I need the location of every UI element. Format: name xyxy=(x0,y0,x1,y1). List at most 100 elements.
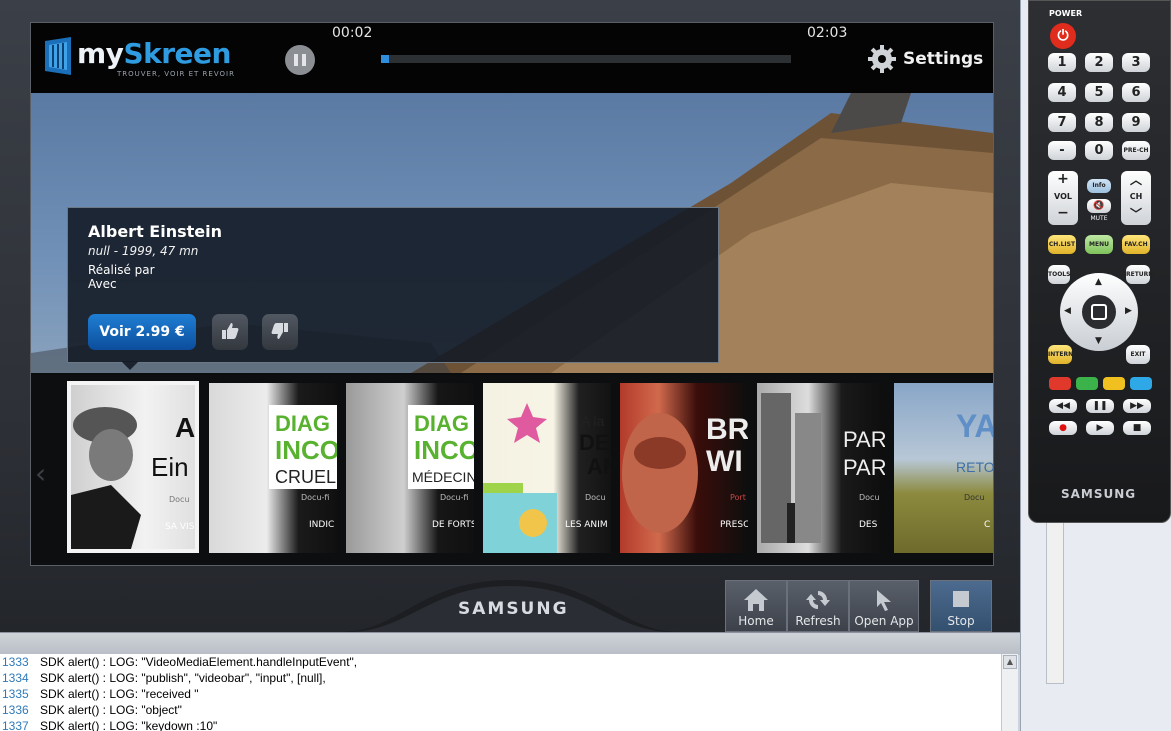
volume-label: VOL xyxy=(1054,192,1072,201)
dpad-left-icon[interactable]: ◀ xyxy=(1064,306,1071,316)
poster-title-line3: AN xyxy=(587,454,611,479)
remote-prech[interactable]: PRE-CH xyxy=(1122,141,1150,160)
power-button[interactable]: ⏻ xyxy=(1050,23,1076,49)
like-button[interactable] xyxy=(212,314,248,350)
console-scrollbar[interactable]: ▲ xyxy=(1001,654,1018,731)
tools-button[interactable]: TOOLS xyxy=(1048,265,1070,284)
poster-title: A la xyxy=(581,413,605,429)
log-line-text: SDK alert() : LOG: "VideoMediaElement.ha… xyxy=(40,655,358,669)
poster-subtitle: CRUELL xyxy=(275,467,337,487)
open-app-button[interactable]: Open App xyxy=(849,580,919,632)
mute-button[interactable]: 🔇 xyxy=(1087,199,1111,213)
yellow-button[interactable] xyxy=(1103,377,1125,390)
chevron-left-icon[interactable]: ‹ xyxy=(35,457,46,490)
log-line-text: SDK alert() : LOG: "keydown :10" xyxy=(40,719,218,731)
film-director-label: Réalisé par xyxy=(88,263,155,277)
home-button[interactable]: Home xyxy=(725,580,787,632)
channel-rocker[interactable]: ︿ CH ﹀ xyxy=(1121,171,1151,225)
poster-caption: PRESC xyxy=(720,520,748,530)
favch-button[interactable]: FAV.CH xyxy=(1122,235,1150,254)
rewind-button[interactable]: ◀◀ xyxy=(1049,399,1077,413)
dpad-center[interactable] xyxy=(1082,295,1116,329)
dpad-down-icon[interactable]: ▼ xyxy=(1095,336,1102,346)
fast-forward-button[interactable]: ▶▶ xyxy=(1123,399,1151,413)
film-info-card: Albert Einstein null - 1999, 47 mn Réali… xyxy=(67,207,719,363)
volume-down-icon: − xyxy=(1057,205,1069,221)
poster-title-line2: PAR xyxy=(843,455,885,480)
remote-digit-1[interactable]: 1 xyxy=(1048,53,1076,72)
poster-genre: Docu xyxy=(859,493,880,502)
myskreen-logo-mark xyxy=(45,37,71,75)
internet-button[interactable]: INTERNET xyxy=(1048,345,1081,364)
log-console[interactable]: 1333 SDK alert() : LOG: "VideoMediaElemen… xyxy=(0,654,1001,731)
stop-icon xyxy=(953,591,969,607)
remote-digit-6[interactable]: 6 xyxy=(1122,83,1150,102)
poster-title: A xyxy=(175,412,196,443)
poster-diagnostic-cruelles[interactable]: DIAG INCO CRUELL Docu-fi INDIC xyxy=(209,383,337,553)
blue-button[interactable] xyxy=(1130,377,1152,390)
record-button[interactable]: ● xyxy=(1049,421,1077,435)
poster-einstein[interactable]: A Ein Docu SA VISI xyxy=(67,381,199,553)
remote-digit-3[interactable]: 3 xyxy=(1122,53,1150,72)
log-line-text: SDK alert() : LOG: "publish", "videobar"… xyxy=(40,671,326,685)
poster-paris[interactable]: PAR PAR Docu DES xyxy=(757,383,885,553)
poster-diagnostic-medecin[interactable]: DIAG INCO MÉDECIN Docu-fi DE FORTS xyxy=(346,383,474,553)
poster-subtitle: RETOU xyxy=(956,459,993,475)
dpad[interactable]: ▲ ▼ ◀ ▶ xyxy=(1060,273,1138,351)
volume-rocker[interactable]: + VOL − xyxy=(1048,171,1078,225)
play-button[interactable]: ▶ xyxy=(1086,421,1114,435)
exit-button[interactable]: EXIT xyxy=(1126,345,1150,364)
log-line-number: 1334 xyxy=(2,671,29,685)
log-line-number: 1336 xyxy=(2,703,29,717)
play-icon: ▶ xyxy=(1096,423,1104,433)
console-header xyxy=(0,632,1020,655)
poster-title-line2: WI xyxy=(706,445,743,478)
power-icon: ⏻ xyxy=(1057,28,1069,44)
remote-digit-5[interactable]: 5 xyxy=(1085,83,1113,102)
poster-title-line2: INCO xyxy=(414,435,474,465)
green-button[interactable] xyxy=(1076,377,1098,390)
settings-button[interactable]: Settings xyxy=(867,43,983,75)
pause-icon-bar xyxy=(302,54,306,66)
remote-digit-4[interactable]: 4 xyxy=(1048,83,1076,102)
channel-up-icon: ︿ xyxy=(1129,173,1142,187)
refresh-button[interactable]: Refresh xyxy=(787,580,849,632)
remote-digit-2[interactable]: 2 xyxy=(1085,53,1113,72)
log-line-text: SDK alert() : LOG: "object" xyxy=(40,703,182,717)
remote-digit-0[interactable]: 0 xyxy=(1085,141,1113,160)
poster-title-line2: DES xyxy=(579,430,611,455)
cursor-icon xyxy=(877,590,891,611)
watch-buy-button[interactable]: Voir 2.99 € xyxy=(88,314,196,350)
dislike-button[interactable] xyxy=(262,314,298,350)
power-label: POWER xyxy=(1049,9,1083,18)
remote-digit-7[interactable]: 7 xyxy=(1048,113,1076,132)
progress-bar[interactable] xyxy=(381,55,791,63)
poster-title: BR xyxy=(706,413,748,446)
poster-yann[interactable]: YA RETOU Docu C xyxy=(894,383,993,553)
stop-button[interactable]: Stop xyxy=(930,580,992,632)
dpad-right-icon[interactable]: ▶ xyxy=(1125,306,1132,316)
home-label: Home xyxy=(738,614,774,628)
pause-remote-button[interactable]: ❚❚ xyxy=(1086,399,1114,413)
poster-genre: Docu-fi xyxy=(440,493,469,502)
red-button[interactable] xyxy=(1049,377,1071,390)
info-button[interactable]: Info xyxy=(1087,179,1111,193)
poster-bruce-willis[interactable]: BR WI Port PRESC xyxy=(620,383,748,553)
log-line: 1335 SDK alert() : LOG: "received " xyxy=(0,686,1001,702)
stop-remote-button[interactable]: ■ xyxy=(1123,421,1151,435)
remote-digit-8[interactable]: 8 xyxy=(1085,113,1113,132)
log-line-number: 1337 xyxy=(2,719,29,731)
dpad-up-icon[interactable]: ▲ xyxy=(1095,277,1102,287)
chlist-button[interactable]: CH.LIST xyxy=(1048,235,1076,254)
poster-animaux[interactable]: A la DES AN Docu LES ANIM xyxy=(483,383,611,553)
scroll-up-icon[interactable]: ▲ xyxy=(1003,655,1017,669)
log-line: 1336 SDK alert() : LOG: "object" xyxy=(0,702,1001,718)
pause-button[interactable] xyxy=(285,45,315,75)
remote-digit-9[interactable]: 9 xyxy=(1122,113,1150,132)
log-line: 1334 SDK alert() : LOG: "publish", "video… xyxy=(0,670,1001,686)
menu-button[interactable]: MENU xyxy=(1085,235,1113,254)
poster-subtitle: MÉDECIN xyxy=(412,469,474,485)
poster-genre: Docu xyxy=(964,493,985,502)
remote-dash[interactable]: - xyxy=(1048,141,1076,160)
return-button[interactable]: RETURN xyxy=(1126,265,1153,284)
